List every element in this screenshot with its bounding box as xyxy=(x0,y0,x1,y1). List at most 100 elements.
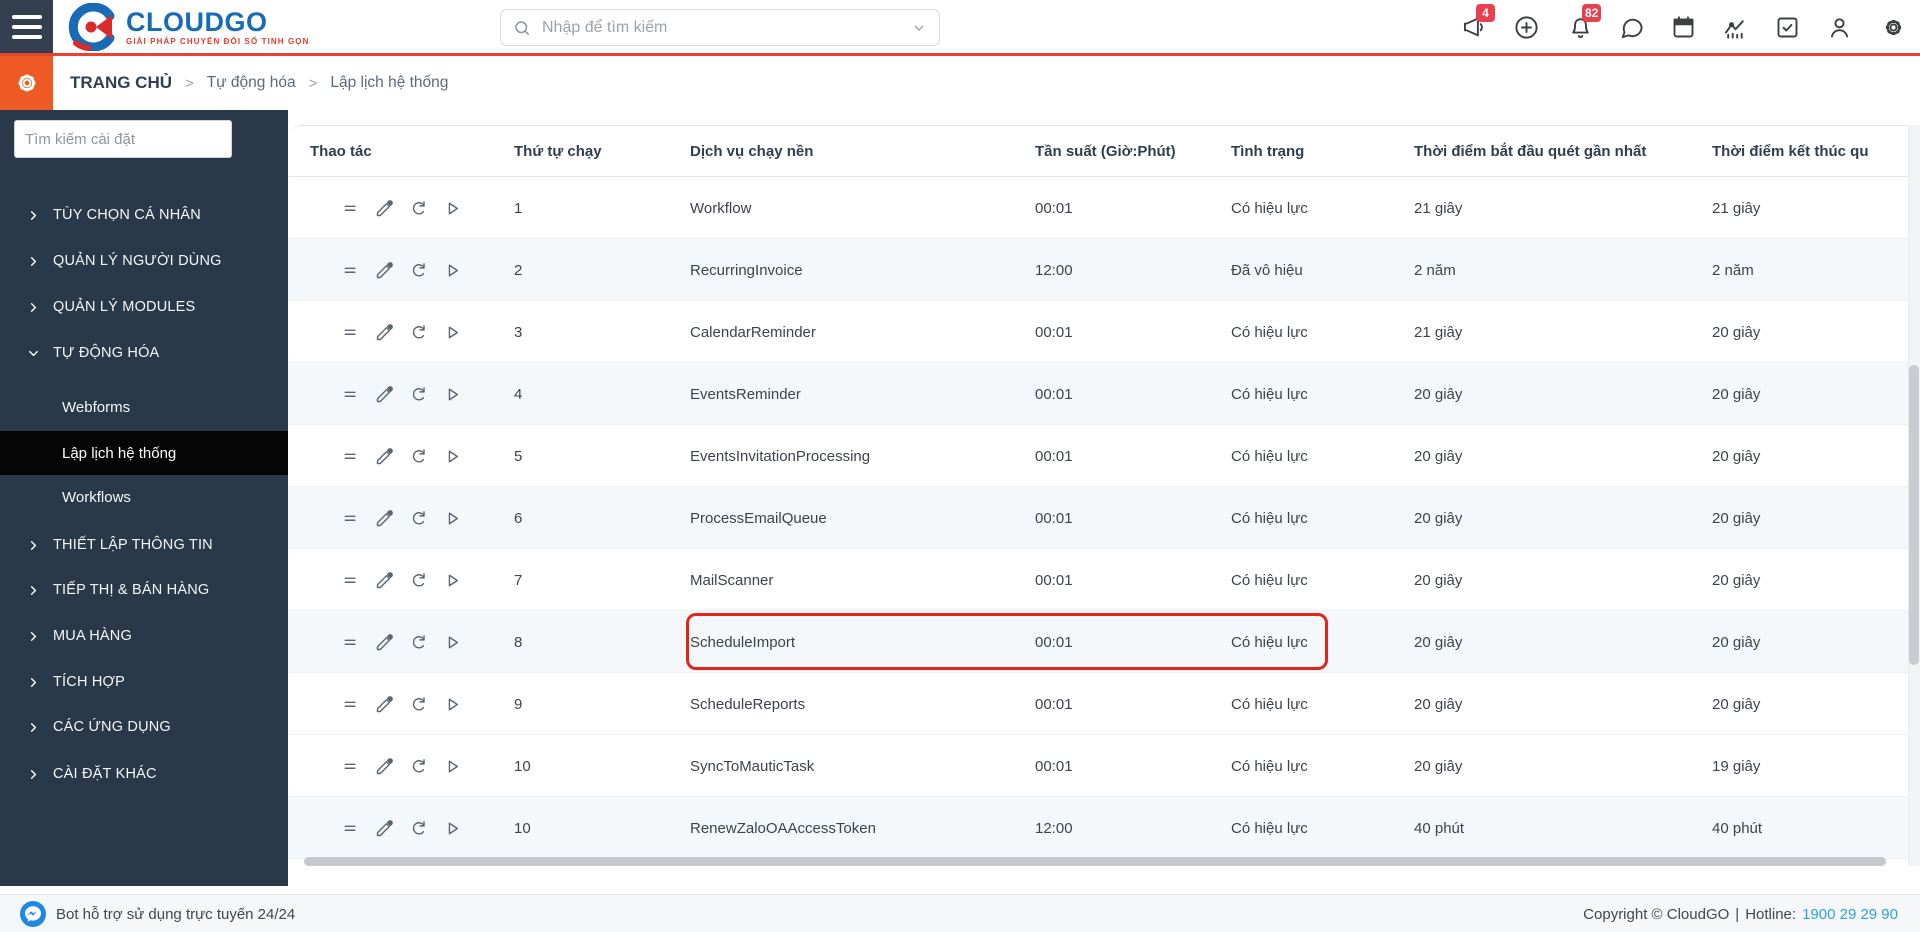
chevron-right-icon xyxy=(26,583,41,598)
row-last-end: 20 giây xyxy=(1712,611,1760,673)
sync-icon[interactable] xyxy=(408,508,429,529)
table-row: 3CalendarReminder00:01Có hiệu lực21 giây… xyxy=(288,301,1908,363)
sidebar-subitem[interactable]: Workflows xyxy=(0,475,288,519)
table-header-row: Thao tácThứ tự chạyDịch vụ chạy nềnTần s… xyxy=(288,126,1908,177)
drag-handle-icon[interactable] xyxy=(340,322,361,343)
play-icon[interactable] xyxy=(442,260,463,281)
vertical-scrollbar-thumb[interactable] xyxy=(1909,365,1919,665)
edit-pencil-icon[interactable] xyxy=(374,446,395,467)
sync-icon[interactable] xyxy=(408,818,429,839)
play-icon[interactable] xyxy=(442,818,463,839)
sidebar-subitem-label: Webforms xyxy=(62,399,130,416)
drag-handle-icon[interactable] xyxy=(340,508,361,529)
drag-handle-icon[interactable] xyxy=(340,260,361,281)
row-last-start: 20 giây xyxy=(1414,487,1462,549)
sync-icon[interactable] xyxy=(408,260,429,281)
sidebar-item-collapsed[interactable]: TIẾP THỊ & BÁN HÀNG xyxy=(0,570,288,610)
row-order: 10 xyxy=(514,735,531,797)
plus-circle-icon[interactable] xyxy=(1513,14,1541,42)
sidebar-item-collapsed[interactable]: CÀI ĐẶT KHÁC xyxy=(0,754,288,794)
sync-icon[interactable] xyxy=(408,384,429,405)
chevron-down-icon[interactable] xyxy=(911,20,927,36)
table-row: 9ScheduleReports00:01Có hiệu lực20 giây2… xyxy=(288,673,1908,735)
edit-pencil-icon[interactable] xyxy=(374,384,395,405)
chart-icon[interactable] xyxy=(1722,14,1750,42)
sync-icon[interactable] xyxy=(408,198,429,219)
sync-icon[interactable] xyxy=(408,446,429,467)
edit-pencil-icon[interactable] xyxy=(374,632,395,653)
play-icon[interactable] xyxy=(442,508,463,529)
user-icon[interactable] xyxy=(1826,14,1854,42)
edit-pencil-icon[interactable] xyxy=(374,322,395,343)
drag-handle-icon[interactable] xyxy=(340,818,361,839)
cloudgo-logo[interactable]: CLOUDGO GIẢI PHÁP CHUYỂN ĐỔI SỐ TINH GỌN xyxy=(66,2,310,52)
table-row: 10SyncToMauticTask00:01Có hiệu lực20 giâ… xyxy=(288,735,1908,797)
breadcrumb-item-automation[interactable]: Tự động hóa xyxy=(207,74,296,92)
drag-handle-icon[interactable] xyxy=(340,570,361,591)
sync-icon[interactable] xyxy=(408,570,429,591)
play-icon[interactable] xyxy=(442,322,463,343)
calendar-icon[interactable] xyxy=(1670,14,1698,42)
table-row: 2RecurringInvoice12:00Đã vô hiệu2 năm2 n… xyxy=(288,239,1908,301)
sidebar-item-expanded[interactable]: TỰ ĐỘNG HÓA xyxy=(0,333,288,373)
megaphone-icon[interactable]: 4 xyxy=(1461,14,1489,42)
sidebar-item-collapsed[interactable]: QUẢN LÝ MODULES xyxy=(0,287,288,327)
sidebar-item-collapsed[interactable]: TÍCH HỢP xyxy=(0,662,288,702)
bell-icon[interactable]: 82 xyxy=(1567,14,1595,42)
global-search-input[interactable] xyxy=(540,18,911,38)
play-icon[interactable] xyxy=(442,756,463,777)
sidebar-item-collapsed[interactable]: TÙY CHỌN CÁ NHÂN xyxy=(0,195,288,235)
column-header: Thứ tự chạy xyxy=(514,126,602,177)
settings-icon[interactable] xyxy=(1880,14,1908,42)
scheduler-table-panel: Thao tácThứ tự chạyDịch vụ chạy nềnTần s… xyxy=(288,125,1908,862)
logo-tagline: GIẢI PHÁP CHUYỂN ĐỔI SỐ TINH GỌN xyxy=(126,37,310,46)
sync-icon[interactable] xyxy=(408,694,429,715)
play-icon[interactable] xyxy=(442,384,463,405)
drag-handle-icon[interactable] xyxy=(340,384,361,405)
drag-handle-icon[interactable] xyxy=(340,632,361,653)
breadcrumb-item-scheduler[interactable]: Lập lịch hệ thống xyxy=(330,74,448,92)
horizontal-scrollbar-thumb[interactable] xyxy=(304,857,1886,866)
edit-pencil-icon[interactable] xyxy=(374,756,395,777)
play-icon[interactable] xyxy=(442,570,463,591)
sidebar-item-collapsed[interactable]: MUA HÀNG xyxy=(0,616,288,656)
sidebar-search-input[interactable] xyxy=(14,120,232,158)
sync-icon[interactable] xyxy=(408,756,429,777)
edit-pencil-icon[interactable] xyxy=(374,694,395,715)
edit-pencil-icon[interactable] xyxy=(374,198,395,219)
play-icon[interactable] xyxy=(442,446,463,467)
row-service: RecurringInvoice xyxy=(690,239,803,301)
sidebar-item-collapsed[interactable]: CÁC ỨNG DỤNG xyxy=(0,707,288,747)
row-actions xyxy=(340,363,463,425)
drag-handle-icon[interactable] xyxy=(340,756,361,777)
sidebar-item-collapsed[interactable]: THIẾT LẬP THÔNG TIN xyxy=(0,525,288,565)
sidebar-item-label: TÍCH HỢP xyxy=(53,674,125,690)
breadcrumb-home[interactable]: TRANG CHỦ xyxy=(70,73,172,93)
settings-module-button[interactable] xyxy=(0,56,53,110)
sidebar-subitem[interactable]: Webforms xyxy=(0,385,288,429)
drag-handle-icon[interactable] xyxy=(340,198,361,219)
drag-handle-icon[interactable] xyxy=(340,694,361,715)
support-bot-link[interactable]: Bot hỗ trợ sử dụng trực tuyến 24/24 xyxy=(20,895,295,932)
sidebar-subitem-selected[interactable]: Lập lịch hệ thống xyxy=(0,431,288,475)
messenger-icon xyxy=(20,901,46,927)
sidebar-item-collapsed[interactable]: QUẢN LÝ NGƯỜI DÙNG xyxy=(0,241,288,281)
edit-pencil-icon[interactable] xyxy=(374,260,395,281)
drag-handle-icon[interactable] xyxy=(340,446,361,467)
sync-icon[interactable] xyxy=(408,632,429,653)
hamburger-menu-button[interactable] xyxy=(0,0,53,53)
vertical-scrollbar-track[interactable] xyxy=(1908,125,1920,866)
chevron-right-icon xyxy=(26,254,41,269)
hotline-number[interactable]: 1900 29 29 90 xyxy=(1802,906,1898,923)
edit-pencil-icon[interactable] xyxy=(374,508,395,529)
task-check-icon[interactable] xyxy=(1774,14,1802,42)
sync-icon[interactable] xyxy=(408,322,429,343)
play-icon[interactable] xyxy=(442,694,463,715)
global-search-box[interactable] xyxy=(500,9,940,46)
play-icon[interactable] xyxy=(442,632,463,653)
play-icon[interactable] xyxy=(442,198,463,219)
edit-pencil-icon[interactable] xyxy=(374,818,395,839)
edit-pencil-icon[interactable] xyxy=(374,570,395,591)
chat-icon[interactable] xyxy=(1618,14,1646,42)
row-status: Đã vô hiệu xyxy=(1231,239,1303,301)
